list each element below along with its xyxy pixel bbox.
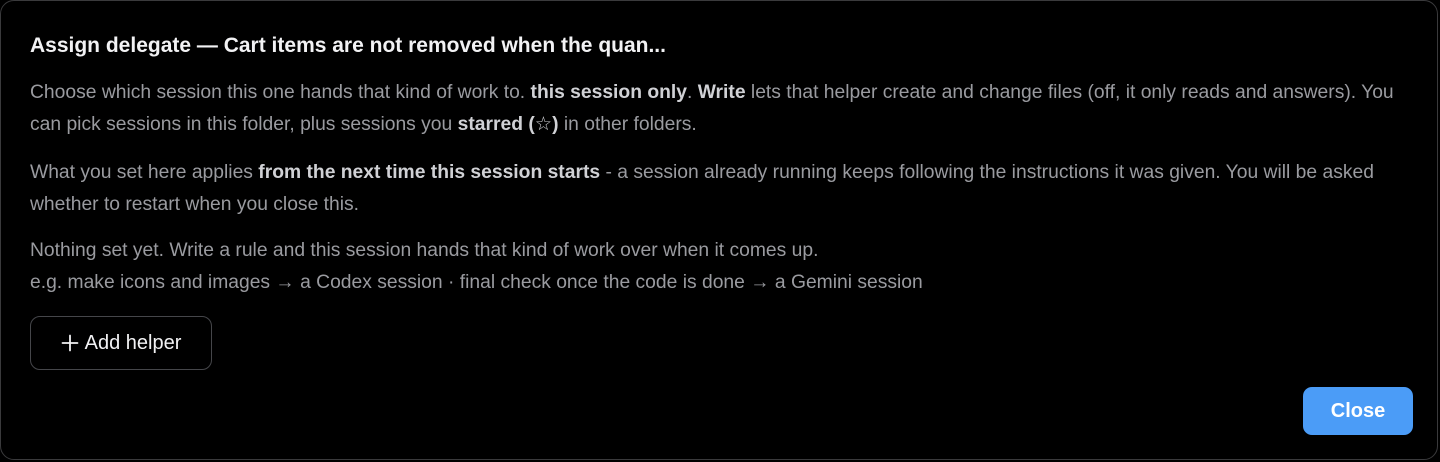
restart-emphasis: from the next time this session starts: [258, 162, 601, 183]
add-helper-button[interactable]: Add helper: [30, 316, 212, 370]
intro-text-4: in other folders.: [558, 114, 697, 135]
restart-note-paragraph: What you set here applies from the next …: [30, 157, 1410, 221]
empty-state-example: e.g. make icons and images → a Codex ses…: [30, 272, 923, 293]
close-button[interactable]: Close: [1303, 387, 1413, 435]
intro-emphasis-write: Write: [697, 82, 746, 103]
intro-text-2: .: [686, 82, 698, 103]
intro-emphasis-starred: starred (☆): [457, 114, 559, 135]
restart-text-1: What you set here applies: [30, 162, 259, 183]
empty-state: Nothing set yet. Write a rule and this s…: [30, 235, 1410, 299]
dialog-title: Assign delegate — Cart items are not rem…: [30, 34, 666, 57]
intro-text-1: Choose which session this one hands that…: [30, 82, 531, 103]
empty-state-message: Nothing set yet. Write a rule and this s…: [30, 240, 819, 261]
intro-emphasis-scope: this session only: [530, 82, 687, 103]
assign-delegate-dialog: Assign delegate — Cart items are not rem…: [0, 0, 1438, 460]
add-helper-label: Add helper: [84, 331, 182, 354]
intro-paragraph: Choose which session this one hands that…: [30, 77, 1410, 141]
plus-icon: [61, 334, 79, 352]
